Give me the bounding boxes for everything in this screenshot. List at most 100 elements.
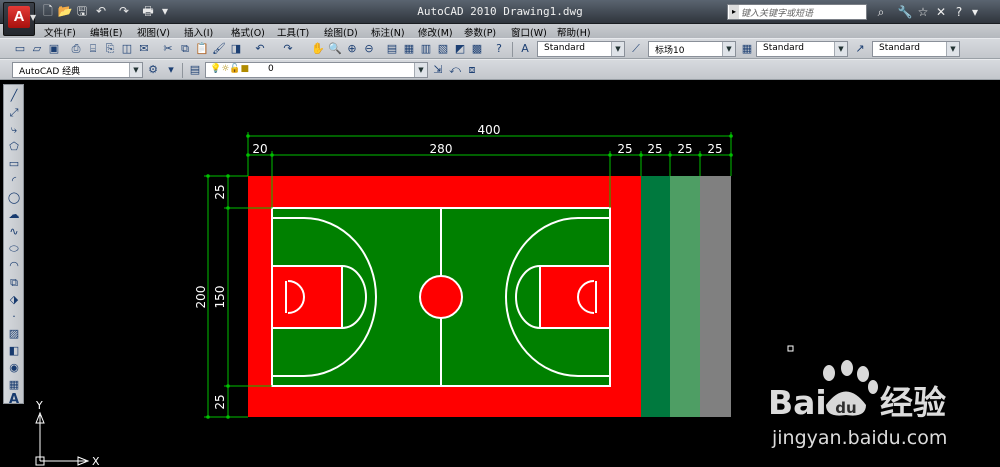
undo-icon[interactable]: ↶ — [252, 41, 268, 57]
make-current-layer-icon[interactable]: ⇲ — [430, 62, 446, 78]
layers-toolbar: AutoCAD 经典 ▼ ⚙ ▾ ▤ 💡☼🔓■ 0 ▼ ⇲ ⤺ ⧈ — [0, 59, 1000, 80]
menu-draw[interactable]: 绘图(D) — [324, 25, 358, 39]
publish-icon[interactable]: ⎘ — [102, 41, 118, 57]
menu-insert[interactable]: 插入(I) — [184, 25, 213, 39]
application-menu-button[interactable]: A ▼ — [3, 2, 37, 36]
ellipse-icon[interactable]: ⬭ — [6, 241, 22, 257]
baidu-watermark: du Bai 经验 jingyan.baidu.com — [768, 360, 947, 449]
gradient-icon[interactable]: ◧ — [6, 343, 22, 359]
dim-style-icon[interactable]: ⟋ — [628, 41, 644, 57]
point-icon[interactable]: · — [6, 309, 22, 325]
polygon-icon[interactable]: ⬠ — [6, 139, 22, 155]
cut-icon[interactable]: ✂ — [160, 41, 176, 57]
menu-modify[interactable]: 修改(M) — [418, 25, 453, 39]
chevron-down-icon[interactable]: ▼ — [946, 42, 959, 56]
menu-view[interactable]: 视图(V) — [137, 25, 170, 39]
menu-tools[interactable]: 工具(T) — [277, 25, 309, 39]
layer-properties-icon[interactable]: ▤ — [187, 62, 203, 78]
chevron-down-icon[interactable]: ▼ — [414, 63, 427, 77]
workspace-select[interactable]: AutoCAD 经典 ▼ — [12, 62, 143, 78]
table-icon[interactable]: ▦ — [6, 377, 22, 393]
dim-style-select[interactable]: 标场10 ▼ — [648, 41, 736, 57]
exchange-icon[interactable]: ✕ — [933, 4, 949, 20]
zoom-realtime-icon[interactable]: 🔍 — [327, 41, 343, 57]
etransmit-icon[interactable]: ✉ — [136, 41, 152, 57]
region-icon[interactable]: ◉ — [6, 360, 22, 376]
layer-select[interactable]: 💡☼🔓■ 0 ▼ — [205, 62, 428, 78]
star-icon[interactable]: ☆ — [915, 4, 931, 20]
menu-dimension[interactable]: 标注(N) — [371, 25, 405, 39]
insert-block-icon[interactable]: ⧉ — [6, 275, 22, 291]
markup-icon[interactable]: ◩ — [452, 41, 468, 57]
title-bar: A ▼ 🗋 📂 🖫 ↶ ↷ 🖶 ▾ AutoCAD 2010 Drawing1.… — [0, 0, 1000, 36]
multiline-text-icon[interactable]: A — [6, 392, 22, 408]
autocad-logo-icon: A — [8, 6, 30, 28]
table-style-select[interactable]: Standard ▼ — [756, 41, 848, 57]
layer-previous-icon[interactable]: ⤺ — [447, 62, 463, 78]
polyline-icon[interactable]: ⤷ — [6, 122, 22, 138]
plot-icon[interactable]: ⎙ — [68, 41, 84, 57]
ellipse-arc-icon[interactable]: ◠ — [6, 258, 22, 274]
chevron-down-icon: ▼ — [30, 13, 37, 22]
standard-toolbar: ▭ ▱ ▣ ⎙ ⌸ ⎘ ◫ ✉ ✂ ⧉ 📋 🖌 ◨ ↶ ↷ ✋ 🔍 ⊕ ⊖ ▤ … — [0, 38, 1000, 59]
customize-icon[interactable]: ▾ — [163, 62, 179, 78]
construction-line-icon[interactable]: ⤢ — [6, 105, 22, 121]
chevron-down-icon[interactable]: ▼ — [834, 42, 847, 56]
layer-state-icon[interactable]: ⧈ — [464, 62, 480, 78]
dim-left-seg-3: 25 — [213, 394, 227, 409]
menu-format[interactable]: 格式(O) — [231, 25, 265, 39]
circle-icon[interactable]: ◯ — [6, 190, 22, 206]
open-icon[interactable]: ▱ — [29, 41, 45, 57]
3d-dwf-icon[interactable]: ◫ — [119, 41, 135, 57]
chevron-down-icon[interactable]: ▼ — [129, 63, 142, 77]
spline-icon[interactable]: ∿ — [6, 224, 22, 240]
search-input[interactable]: ▸ 键入关键字或短语 — [727, 4, 867, 20]
table-style-icon[interactable]: ▦ — [739, 41, 755, 57]
copy-icon[interactable]: ⧉ — [177, 41, 193, 57]
hatch-icon[interactable]: ▨ — [6, 326, 22, 342]
menu-help[interactable]: 帮助(H) — [557, 25, 591, 39]
text-style-icon[interactable]: A — [517, 41, 533, 57]
match-properties-icon[interactable]: 🖌 — [211, 41, 227, 57]
zoom-previous-icon[interactable]: ⊖ — [361, 41, 377, 57]
chevron-right-icon[interactable]: ▸ — [729, 5, 739, 19]
sheet-set-icon[interactable]: ▧ — [435, 41, 451, 57]
revcloud-icon[interactable]: ☁ — [6, 207, 22, 223]
line-icon[interactable]: ╱ — [6, 88, 22, 104]
text-style-select[interactable]: Standard ▼ — [537, 41, 625, 57]
redo-icon[interactable]: ↷ — [280, 41, 296, 57]
menu-window[interactable]: 窗口(W) — [511, 25, 547, 39]
help-icon[interactable]: ? — [951, 4, 967, 20]
arc-icon[interactable]: ◜ — [6, 173, 22, 189]
mleader-style-select[interactable]: Standard ▼ — [872, 41, 960, 57]
binoculars-icon[interactable]: ⌕ — [873, 4, 889, 20]
tool-palettes-icon[interactable]: ▥ — [418, 41, 434, 57]
zoom-window-icon[interactable]: ⊕ — [344, 41, 360, 57]
key-right — [539, 265, 611, 329]
menu-bar: 文件(F) 编辑(E) 视图(V) 插入(I) 格式(O) 工具(T) 绘图(D… — [0, 24, 1000, 39]
menu-edit[interactable]: 编辑(E) — [90, 25, 122, 39]
pan-icon[interactable]: ✋ — [310, 41, 326, 57]
help-icon[interactable]: ? — [491, 41, 507, 57]
design-center-icon[interactable]: ▦ — [401, 41, 417, 57]
menu-parametric[interactable]: 参数(P) — [464, 25, 496, 39]
mleader-style-icon[interactable]: ↗ — [852, 41, 868, 57]
paste-icon[interactable]: 📋 — [194, 41, 210, 57]
chevron-down-icon[interactable]: ▼ — [611, 42, 624, 56]
dim-left-total: 200 — [194, 286, 208, 309]
drawing-canvas[interactable]: 400 20 280 25 25 25 25 200 25 150 25 Y X… — [25, 80, 1000, 467]
properties-icon[interactable]: ▤ — [384, 41, 400, 57]
rectangle-icon[interactable]: ▭ — [6, 156, 22, 172]
wrench-icon[interactable]: 🔧 — [897, 4, 913, 20]
svg-text:du: du — [835, 399, 856, 417]
save-icon[interactable]: ▣ — [46, 41, 62, 57]
chevron-down-icon[interactable]: ▼ — [722, 42, 735, 56]
new-icon[interactable]: ▭ — [12, 41, 28, 57]
block-editor-icon[interactable]: ◨ — [228, 41, 244, 57]
workspace-settings-icon[interactable]: ⚙ — [145, 62, 161, 78]
plot-preview-icon[interactable]: ⌸ — [85, 41, 101, 57]
make-block-icon[interactable]: ⬗ — [6, 292, 22, 308]
help-dropdown-icon[interactable]: ▾ — [967, 4, 983, 20]
menu-file[interactable]: 文件(F) — [44, 25, 76, 39]
quickcalc-icon[interactable]: ▩ — [469, 41, 485, 57]
